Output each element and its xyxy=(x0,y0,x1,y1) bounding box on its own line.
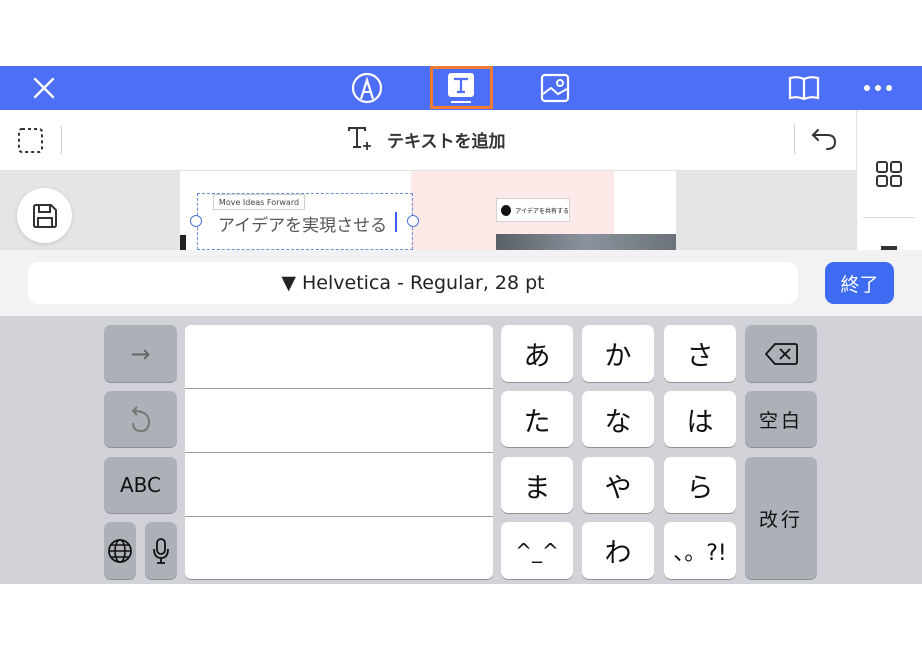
book-icon[interactable] xyxy=(782,66,826,110)
resize-handle-right[interactable] xyxy=(407,215,419,227)
key-ha[interactable]: は xyxy=(664,391,736,447)
font-bar: ▼ Helvetica - Regular, 28 pt 終了 xyxy=(0,250,922,316)
add-text-label: テキストを追加 xyxy=(387,131,506,152)
text-cursor xyxy=(395,212,397,232)
right-panel xyxy=(856,110,922,250)
key-punctuation[interactable]: 、。?! xyxy=(664,522,736,579)
select-area-icon[interactable] xyxy=(17,127,44,158)
key-return[interactable]: 改行 xyxy=(745,457,817,579)
more-icon[interactable] xyxy=(856,66,900,110)
share-pill-label: アイデアを共有する xyxy=(515,207,569,215)
key-ma[interactable]: ま xyxy=(501,457,573,513)
font-selector[interactable]: ▼ Helvetica - Regular, 28 pt xyxy=(28,262,798,304)
save-button[interactable] xyxy=(17,188,72,243)
globe-icon[interactable] xyxy=(104,522,136,579)
key-wa[interactable]: わ xyxy=(582,522,654,579)
key-arrow[interactable]: → xyxy=(104,325,177,382)
share-pill-icon xyxy=(501,204,512,216)
delete-icon[interactable] xyxy=(745,325,817,382)
key-sa[interactable]: さ xyxy=(664,325,736,382)
key-abc[interactable]: ABC xyxy=(104,457,177,513)
key-a[interactable]: あ xyxy=(501,325,573,382)
resize-handle-left[interactable] xyxy=(190,215,202,227)
key-emoticon[interactable]: ^_^ xyxy=(501,522,573,579)
pink-panel: アイデアを共有する xyxy=(411,171,676,250)
key-ya[interactable]: や xyxy=(582,457,654,513)
key-undo[interactable] xyxy=(104,391,177,447)
candidate-divider xyxy=(185,452,493,453)
photo-block xyxy=(496,234,676,250)
key-ka[interactable]: か xyxy=(582,325,654,382)
document-page[interactable]: アイデアを共有する Move Ideas Forward アイデアを実現させる xyxy=(180,171,676,250)
text-tool-highlight xyxy=(430,66,493,109)
text-subbar: テキストを追加 xyxy=(0,110,856,171)
japanese-keyboard: → ABC あ か さ た な は ま や ら ^_^ わ 、。?! 空白 改行 xyxy=(0,316,922,584)
microphone-icon[interactable] xyxy=(145,522,177,579)
undo-key-icon xyxy=(131,406,150,433)
canvas-heading[interactable]: アイデアを実現させる xyxy=(218,211,387,236)
candidate-divider xyxy=(185,516,493,517)
save-icon xyxy=(32,203,57,228)
divider xyxy=(863,217,915,218)
key-ta[interactable]: た xyxy=(501,391,573,447)
image-tool-icon[interactable] xyxy=(533,66,577,110)
divider xyxy=(794,124,795,154)
close-icon[interactable] xyxy=(22,66,66,110)
divider xyxy=(61,126,62,154)
pen-tool-icon[interactable] xyxy=(345,66,389,110)
editor-canvas[interactable]: アイデアを共有する Move Ideas Forward アイデアを実現させる xyxy=(0,171,856,250)
key-ra[interactable]: ら xyxy=(664,457,736,513)
candidate-divider xyxy=(185,388,493,389)
candidate-panel[interactable] xyxy=(185,325,493,579)
page-edge-strip xyxy=(180,235,186,250)
small-label-box[interactable]: Move Ideas Forward xyxy=(213,194,305,210)
add-text-icon xyxy=(348,127,371,150)
add-text-button[interactable]: テキストを追加 xyxy=(347,126,506,152)
done-button[interactable]: 終了 xyxy=(825,262,894,304)
undo-icon[interactable] xyxy=(810,127,838,155)
key-space[interactable]: 空白 xyxy=(745,391,817,447)
key-na[interactable]: な xyxy=(582,391,654,447)
share-pill[interactable]: アイデアを共有する xyxy=(496,198,570,222)
grid-icon[interactable] xyxy=(876,161,902,191)
